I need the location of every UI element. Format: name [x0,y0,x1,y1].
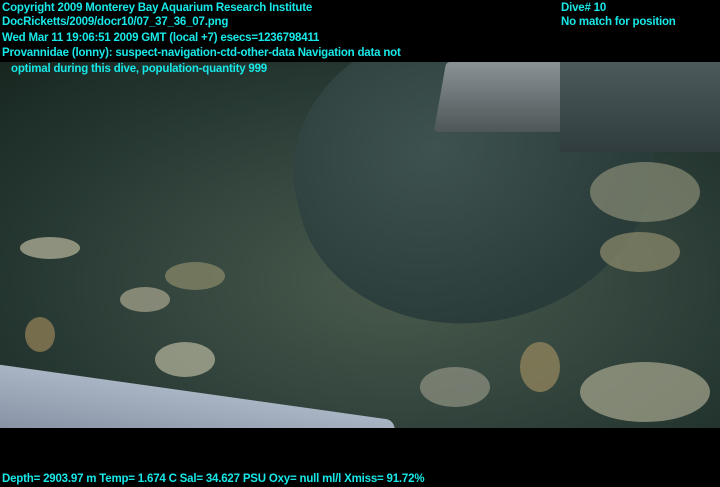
file-path-text: DocRicketts/2009/docr10/07_37_36_07.png [2,16,229,28]
position-status: No match for position [561,16,676,28]
timestamp-text: Wed Mar 11 19:06:51 2009 GMT (local +7) … [2,32,320,44]
annotation-line-2: optimal during this dive, population-qua… [11,63,267,75]
sampler-arm [560,62,720,152]
seafloor-photo [0,62,720,428]
annotation-line-1: Provannidae (lonny): suspect-navigation-… [2,47,401,59]
sensor-readout: Depth= 2903.97 m Temp= 1.674 C Sal= 34.6… [2,473,425,485]
